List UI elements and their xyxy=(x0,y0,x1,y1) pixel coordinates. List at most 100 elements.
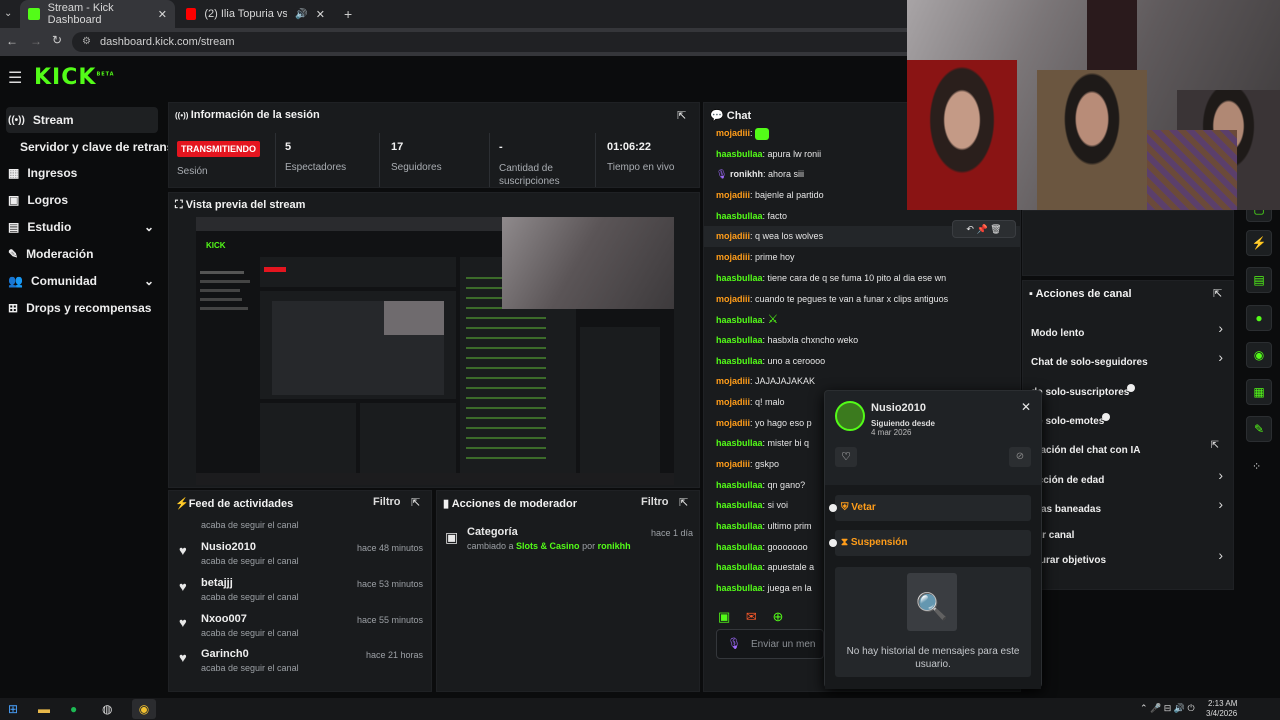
stream-preview-video[interactable]: KICK xyxy=(196,217,674,485)
chat-username[interactable]: mojadiii xyxy=(716,459,750,469)
chart-icon: ▦ xyxy=(8,166,20,180)
tab-list-icon[interactable]: ⌄ xyxy=(4,8,12,19)
chat-username[interactable]: haasbullaa xyxy=(716,521,763,531)
popout-icon[interactable]: ⇱ xyxy=(1213,287,1222,300)
chat-username[interactable]: mojadiii xyxy=(716,418,750,428)
sidebar-item-stream-key[interactable]: Servidor y clave de retransm xyxy=(18,134,168,160)
chat-username[interactable]: haasbullaa xyxy=(716,542,763,552)
app-icon[interactable]: ◍ xyxy=(102,702,112,716)
mod-item-category[interactable]: Slots & Casino xyxy=(516,541,580,551)
channel-action-emotes-only[interactable]: de solo-emotes xyxy=(1031,411,1227,427)
sidebar-item-drops[interactable]: ⊞ Drops y recompensas xyxy=(6,295,158,321)
popout-icon[interactable]: ⇱ xyxy=(677,109,686,122)
chat-text: uno a ceroooo xyxy=(767,355,826,366)
channel-action-followers-only[interactable]: Chat de solo-seguidores › xyxy=(1031,349,1227,368)
channel-action-goals[interactable]: igurar objetivos › xyxy=(1031,547,1227,566)
ban-row[interactable]: ⛨ Vetar xyxy=(835,495,1031,521)
audio-icon[interactable]: 🔊 xyxy=(295,9,307,20)
chat-username[interactable]: mojadiii xyxy=(716,231,750,241)
close-icon[interactable]: ✕ xyxy=(1021,400,1031,414)
chat-username[interactable]: mojadiii xyxy=(716,294,750,304)
close-tab-icon[interactable]: ✕ xyxy=(316,8,325,21)
channel-action-age-restriction[interactable]: ricción de edad › xyxy=(1031,467,1227,486)
follow-heart-button[interactable]: ♡ xyxy=(835,447,857,467)
menu-icon[interactable]: ☰ xyxy=(8,68,22,88)
trash-icon[interactable]: 🗑 xyxy=(990,224,1001,234)
more-options-icon[interactable]: ⁘ xyxy=(1252,460,1261,473)
chat-username[interactable]: haasbullaa xyxy=(716,273,763,283)
mod-item-user[interactable]: ronikhh xyxy=(598,541,631,551)
chat-icon: 💬 xyxy=(710,110,727,122)
sidebar-item-stream[interactable]: ((•)) Stream xyxy=(6,107,158,133)
reload-icon[interactable]: ↻ xyxy=(52,33,62,47)
site-info-icon[interactable]: ⚙ xyxy=(82,36,91,47)
chat-username[interactable]: ronikhh xyxy=(730,169,763,179)
chat-username[interactable]: mojadiii xyxy=(716,376,750,386)
preview-icon: ⛶ xyxy=(175,199,186,211)
chat-username[interactable]: haasbullaa xyxy=(716,480,763,490)
url-field[interactable]: ⚙ dashboard.kick.com/stream xyxy=(72,32,932,52)
side-action-button[interactable]: ▤ xyxy=(1246,267,1272,293)
windows-start-icon[interactable]: ⊞ xyxy=(8,702,18,716)
kick-emote-icon[interactable]: ▣ xyxy=(718,609,730,624)
tab-kick-dashboard[interactable]: Stream - Kick Dashboard ✕ xyxy=(20,0,175,28)
forward-icon[interactable]: → xyxy=(30,34,42,48)
chat-text: si voi xyxy=(767,500,789,511)
sidebar-item-estudio[interactable]: ▤ Estudio ⌄ xyxy=(6,214,158,240)
channel-action-slow-mode[interactable]: Modo lento › xyxy=(1031,320,1227,339)
popout-icon[interactable]: ⇱ xyxy=(679,496,688,509)
chrome-icon[interactable]: ◉ xyxy=(132,699,156,719)
chat-username[interactable]: haasbullaa xyxy=(716,356,763,366)
chat-text: yo hago eso p xyxy=(755,417,812,428)
globe-emote-icon[interactable]: ⊕ xyxy=(772,609,783,624)
mod-filter-button[interactable]: Filtro xyxy=(641,496,669,508)
feed-item-name[interactable]: betajjj xyxy=(201,577,233,589)
side-action-button[interactable]: ▦ xyxy=(1246,379,1272,405)
back-icon[interactable]: ← xyxy=(6,34,18,48)
close-tab-icon[interactable]: ✕ xyxy=(158,8,167,21)
feed-item-name[interactable]: Garinch0 xyxy=(201,648,249,660)
side-action-button[interactable]: ● xyxy=(1246,305,1272,331)
sidebar-item-comunidad[interactable]: 👥 Comunidad ⌄ xyxy=(6,268,158,294)
side-action-button[interactable]: ◉ xyxy=(1246,342,1272,368)
chat-username[interactable]: haasbullaa xyxy=(716,211,763,221)
channel-action-raid[interactable]: ear canal xyxy=(1031,525,1227,541)
chat-username[interactable]: mojadiii xyxy=(716,252,750,262)
sidebar-item-moderacion[interactable]: ✎ Moderación xyxy=(6,241,158,267)
new-tab-icon[interactable]: + xyxy=(344,6,352,22)
undo-icon[interactable]: ↶ xyxy=(966,224,976,234)
chat-username[interactable]: mojadiii xyxy=(716,397,750,407)
chat-input[interactable]: 🎙 Enviar un men xyxy=(716,629,824,659)
chat-username[interactable]: haasbullaa xyxy=(716,500,763,510)
file-explorer-icon[interactable]: ▬ xyxy=(38,702,50,716)
feed-filter-button[interactable]: Filtro xyxy=(373,496,401,508)
side-action-button[interactable]: ⚡ xyxy=(1246,230,1272,256)
spotify-icon[interactable]: ● xyxy=(70,702,77,716)
chat-username[interactable]: haasbullaa xyxy=(716,562,763,572)
channel-action-banned-words[interactable]: bras baneadas › xyxy=(1031,496,1227,515)
popout-icon[interactable]: ⇱ xyxy=(411,496,420,509)
channel-action-ai-moderation[interactable]: eración del chat con IA ⇱ xyxy=(1031,440,1227,456)
chat-message-hovered[interactable]: mojadiii: q wea los wolves ↶ 📌 🗑 xyxy=(704,220,1020,248)
status-badge-text: TRANSMITIENDO xyxy=(177,141,260,157)
timeout-row[interactable]: ⧗ Suspensión xyxy=(835,530,1031,556)
system-tray-icons[interactable]: ⌃ 🎤 ⊟ 🔊 ⏻ xyxy=(1140,703,1195,714)
chat-username[interactable]: mojadiii xyxy=(716,190,750,200)
chat-username[interactable]: haasbullaa xyxy=(716,438,763,448)
channel-action-subs-only[interactable]: de solo-suscriptores xyxy=(1031,382,1227,398)
chat-username[interactable]: haasbullaa xyxy=(716,149,763,159)
side-action-button[interactable]: ✎ xyxy=(1246,416,1272,442)
sidebar-item-logros[interactable]: ▣ Logros xyxy=(6,187,158,213)
gift-emote-icon[interactable]: ✉ xyxy=(746,609,757,624)
chat-username[interactable]: mojadiii xyxy=(716,128,750,138)
feed-item-name[interactable]: Nusio2010 xyxy=(201,541,256,553)
feed-item-name[interactable]: Nxoo007 xyxy=(201,613,247,625)
chat-username[interactable]: haasbullaa xyxy=(716,335,763,345)
chat-username[interactable]: haasbullaa xyxy=(716,583,763,593)
sidebar-item-ingresos[interactable]: ▦ Ingresos xyxy=(6,160,158,186)
kick-logo[interactable]: KICKBETA xyxy=(34,65,115,90)
chat-username[interactable]: haasbullaa xyxy=(716,315,763,325)
pin-icon[interactable]: 📌 xyxy=(976,224,990,234)
mute-button[interactable]: ⊘ xyxy=(1009,447,1031,467)
tab-youtube[interactable]: (2) Ilia Topuria vs Charles O 🔊 ✕ xyxy=(178,0,333,28)
